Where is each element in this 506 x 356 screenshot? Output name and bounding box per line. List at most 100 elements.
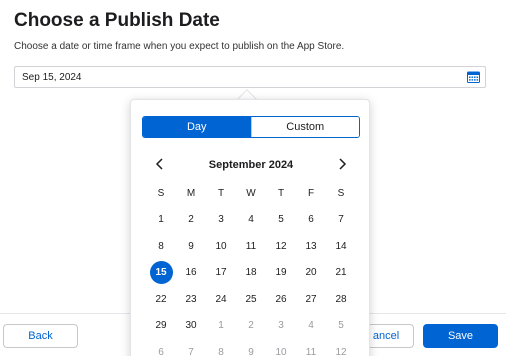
- calendar-grid: SMTWTFS 1 2 3 4 5 6 7 8 9 10 11 12 13 14 15 16 17 18 19 20 2…: [146, 180, 356, 356]
- day-number: 1: [218, 320, 224, 332]
- calendar-day[interactable]: 10: [206, 241, 236, 252]
- weekday-label: F: [307, 187, 315, 199]
- day-number: 30: [185, 320, 197, 332]
- calendar-day[interactable]: 10: [266, 347, 296, 356]
- day-number: 6: [158, 346, 164, 356]
- day-number: 29: [155, 320, 167, 332]
- tab-custom[interactable]: Custom: [250, 117, 359, 137]
- calendar-day[interactable]: 11: [296, 347, 326, 356]
- calendar-day[interactable]: 22: [146, 294, 176, 305]
- calendar-week-row: 22 23 24 25 26 27 28: [146, 286, 356, 313]
- day-number: 8: [218, 346, 224, 356]
- day-number: 13: [305, 240, 317, 252]
- calendar-day[interactable]: 29: [146, 320, 176, 331]
- calendar-day[interactable]: 13: [296, 241, 326, 252]
- calendar-day[interactable]: 12: [326, 347, 356, 356]
- day-number: 2: [248, 320, 254, 332]
- calendar-day[interactable]: 5: [266, 214, 296, 225]
- calendar-week-row: 15 16 17 18 19 20 21: [146, 260, 356, 287]
- date-picker-popover: Day Custom September 2024 SMTWTFS 123456…: [130, 99, 370, 356]
- calendar-day[interactable]: 1: [206, 320, 236, 331]
- calendar-day[interactable]: 28: [326, 294, 356, 305]
- day-number: 5: [338, 320, 344, 332]
- calendar-icon[interactable]: [467, 71, 480, 83]
- day-number: 3: [278, 320, 284, 332]
- calendar-day-selected[interactable]: 15: [146, 261, 176, 285]
- calendar-day[interactable]: 12: [266, 241, 296, 252]
- day-number: 10: [275, 346, 287, 356]
- weekday-label: S: [157, 187, 165, 199]
- calendar-day[interactable]: 30: [176, 320, 206, 331]
- calendar-day[interactable]: 19: [266, 267, 296, 278]
- day-number: 4: [248, 214, 254, 226]
- calendar-day[interactable]: 16: [176, 267, 206, 278]
- calendar-day[interactable]: 3: [206, 214, 236, 225]
- day-number: 9: [188, 240, 194, 252]
- calendar-day[interactable]: 21: [326, 267, 356, 278]
- day-number: 11: [305, 346, 317, 356]
- day-number: 4: [308, 320, 314, 332]
- calendar-week-row: 1 2 3 4 5 6 7: [146, 207, 356, 234]
- calendar-day[interactable]: 24: [206, 294, 236, 305]
- calendar-day[interactable]: 11: [236, 241, 266, 252]
- weekday-label: W: [246, 187, 256, 199]
- day-number: 27: [305, 293, 317, 305]
- weekday-header: SMTWTFS: [146, 180, 356, 207]
- calendar-day[interactable]: 4: [296, 320, 326, 331]
- day-number: 1: [158, 214, 164, 226]
- calendar-day[interactable]: 7: [176, 347, 206, 356]
- day-number: 22: [155, 293, 167, 305]
- calendar-day[interactable]: 5: [326, 320, 356, 331]
- calendar-day[interactable]: 25: [236, 294, 266, 305]
- day-number: 17: [215, 267, 227, 279]
- calendar-day[interactable]: 2: [236, 320, 266, 331]
- calendar-day[interactable]: 8: [206, 347, 236, 356]
- calendar-week-row: 29 30 1 2 3 4 5: [146, 313, 356, 340]
- calendar-day[interactable]: 2: [176, 214, 206, 225]
- day-number: 6: [308, 214, 314, 226]
- calendar-day[interactable]: 4: [236, 214, 266, 225]
- calendar-day[interactable]: 6: [146, 347, 176, 356]
- save-button[interactable]: Save: [423, 324, 498, 348]
- weekday-label: S: [337, 187, 345, 199]
- calendar-day[interactable]: 17: [206, 267, 236, 278]
- calendar-day[interactable]: 9: [176, 241, 206, 252]
- calendar-day[interactable]: 9: [236, 347, 266, 356]
- calendar-day[interactable]: 23: [176, 294, 206, 305]
- day-number: 3: [218, 214, 224, 226]
- page-subtitle: Choose a date or time frame when you exp…: [14, 41, 345, 52]
- weekday-label: M: [186, 187, 196, 199]
- calendar-day[interactable]: 3: [266, 320, 296, 331]
- calendar-day[interactable]: 20: [296, 267, 326, 278]
- chevron-left-icon[interactable]: [153, 157, 167, 171]
- day-number: 12: [335, 346, 347, 356]
- day-number: 11: [245, 240, 257, 252]
- calendar-day[interactable]: 7: [326, 214, 356, 225]
- calendar-day[interactable]: 26: [266, 294, 296, 305]
- calendar-day[interactable]: 1: [146, 214, 176, 225]
- day-number: 10: [215, 240, 227, 252]
- day-number: 18: [245, 267, 257, 279]
- day-number: 26: [275, 293, 287, 305]
- weekday-label: T: [217, 187, 225, 199]
- calendar-day[interactable]: 6: [296, 214, 326, 225]
- calendar-week-row: 6 7 8 9 10 11 12: [146, 339, 356, 356]
- day-number: 23: [185, 293, 197, 305]
- back-button[interactable]: Back: [3, 324, 78, 348]
- day-number: 19: [275, 267, 287, 279]
- weekday-label: T: [277, 187, 285, 199]
- calendar-day[interactable]: 27: [296, 294, 326, 305]
- chevron-right-icon[interactable]: [335, 157, 349, 171]
- publish-date-field[interactable]: Sep 15, 2024: [14, 66, 486, 88]
- calendar-day[interactable]: 18: [236, 267, 266, 278]
- tab-day[interactable]: Day: [143, 117, 251, 137]
- calendar-day[interactable]: 14: [326, 241, 356, 252]
- calendar-week-row: 8 9 10 11 12 13 14: [146, 233, 356, 260]
- day-number: 25: [245, 293, 257, 305]
- day-number: 16: [185, 267, 197, 279]
- calendar-day[interactable]: 8: [146, 241, 176, 252]
- month-label: September 2024: [208, 159, 294, 171]
- day-number: 20: [305, 267, 317, 279]
- date-mode-segmented-control: Day Custom: [142, 116, 360, 138]
- day-number: 15: [149, 261, 173, 285]
